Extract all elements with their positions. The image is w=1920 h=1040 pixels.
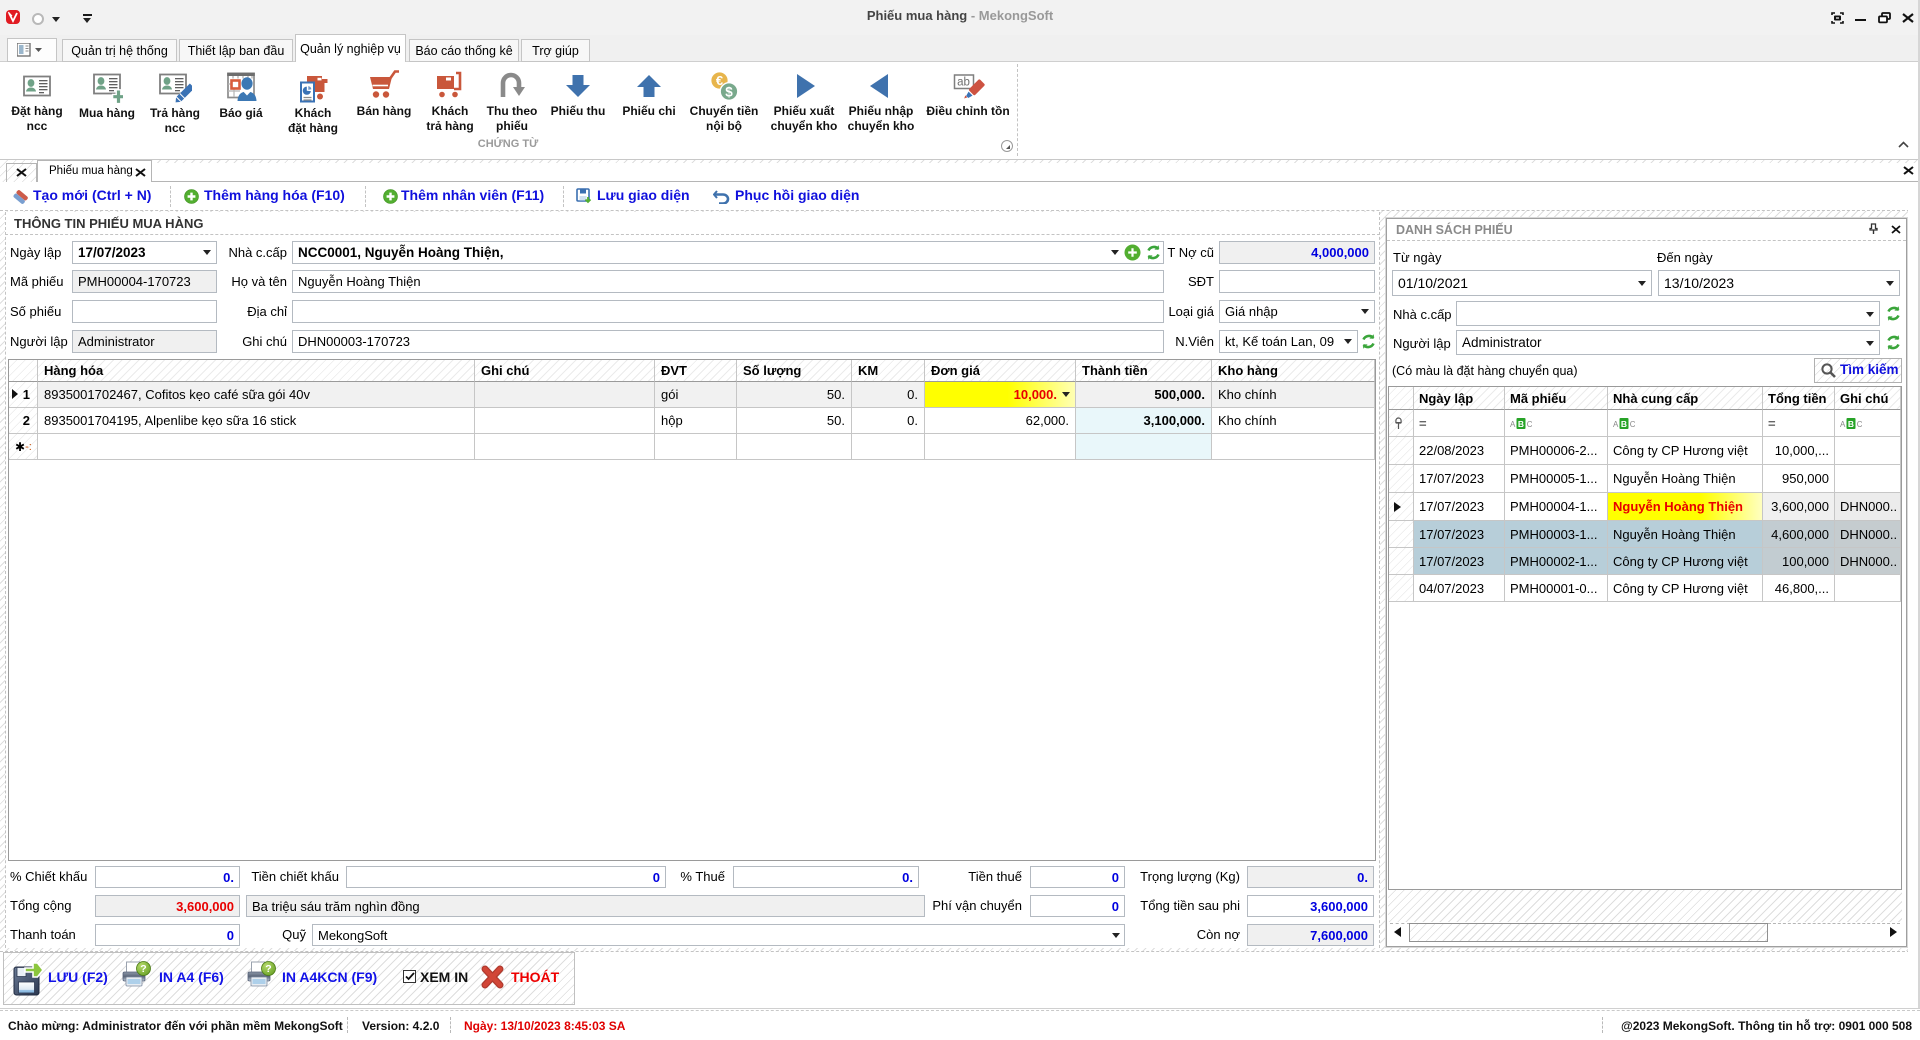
svg-text:A: A xyxy=(1840,420,1846,429)
svg-text:B: B xyxy=(1621,419,1627,429)
svg-text:B: B xyxy=(1848,419,1854,429)
svg-text:A: A xyxy=(1613,420,1619,429)
svg-text:?: ? xyxy=(140,963,146,975)
svg-text:$: $ xyxy=(725,85,733,100)
svg-text:C: C xyxy=(1630,420,1635,429)
svg-text:A: A xyxy=(1510,420,1516,429)
svg-text:?: ? xyxy=(265,963,271,975)
svg-text:B: B xyxy=(1518,419,1524,429)
svg-text:ab: ab xyxy=(957,77,970,89)
svg-text:C: C xyxy=(1857,420,1862,429)
svg-text:C: C xyxy=(1527,420,1532,429)
